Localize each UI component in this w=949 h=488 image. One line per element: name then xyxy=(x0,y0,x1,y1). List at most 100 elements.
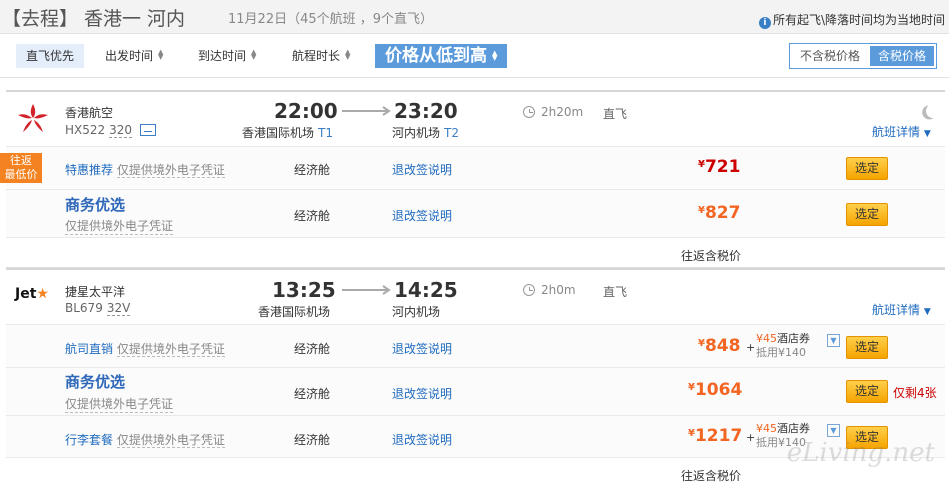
voucher-currency: ¥ xyxy=(756,332,763,345)
fare-product: 行李套餐 仅提供境外电子凭证 xyxy=(65,431,225,448)
fare-product: 特惠推荐 仅提供境外电子凭证 xyxy=(65,161,225,178)
sort-arrows-icon: ▲ ▼ xyxy=(345,48,351,61)
plus-sign: + xyxy=(746,431,756,444)
fare-row: 商务优选 仅提供境外电子凭证 经济舱 退改签说明 ¥827 选定 xyxy=(6,190,945,238)
results-header: 【去程】 香港一 河内 11月22日（45个航班 ，9个直飞） i 所有起飞\降落时… xyxy=(0,0,949,34)
business-choice-logo: 商务优选 xyxy=(65,196,126,214)
departure-terminal: T1 xyxy=(318,126,333,140)
sort-arrival-time[interactable]: 到达时间 ▲ ▼ xyxy=(188,44,266,68)
cabin-class: 经济舱 xyxy=(294,387,331,401)
price-incl-tax-option[interactable]: 含税价格 xyxy=(869,46,934,66)
fare-description: 仅提供境外电子凭证 xyxy=(65,219,174,235)
arrival-time: 23:20 xyxy=(394,99,458,123)
sort-direct-first[interactable]: 直飞优先 xyxy=(16,44,85,68)
fare-name[interactable]: 航司直销 xyxy=(65,342,113,356)
departure-time: 13:25 xyxy=(272,278,336,302)
sort-arrows-icon: ▲ ▼ xyxy=(251,48,257,61)
fare-name[interactable]: 行李套餐 xyxy=(65,433,113,447)
flight-details-link[interactable]: 航班详情 ▼ xyxy=(872,301,931,318)
price-excl-tax-option[interactable]: 不含税价格 xyxy=(792,46,868,66)
voucher-dropdown-icon[interactable]: ▼ xyxy=(827,334,840,347)
flight-details-link[interactable]: 航班详情 ▼ xyxy=(872,123,931,140)
refund-rules-link[interactable]: 退改签说明 xyxy=(392,385,452,402)
chevron-down-icon: ▼ xyxy=(923,129,931,139)
voucher-note: 抵用¥140 xyxy=(756,346,806,359)
voucher-dropdown-icon[interactable]: ▼ xyxy=(827,424,840,437)
cabin-class: 经济舱 xyxy=(294,163,331,177)
select-button[interactable]: 选定 xyxy=(846,336,888,359)
select-button[interactable]: 选定 xyxy=(846,203,888,226)
fare-row: 往返 最低价 特惠推荐 仅提供境外电子凭证 经济舱 退改签说明 ¥721 选定 xyxy=(0,147,945,190)
fare-price: ¥1064 xyxy=(688,380,742,400)
cabin-class: 经济舱 xyxy=(294,342,331,356)
duration-text: 2h0m xyxy=(541,283,576,297)
local-time-note-text: 所有起飞\降落时间均为当地时间 xyxy=(772,13,945,27)
fare-name[interactable]: 特惠推荐 xyxy=(65,163,113,177)
fare-product: 航司直销 仅提供境外电子凭证 xyxy=(65,340,225,357)
fare-price-value: 721 xyxy=(704,157,741,177)
fare-description: 仅提供境外电子凭证 xyxy=(116,342,225,357)
currency-symbol: ¥ xyxy=(698,338,705,349)
business-choice-logo: 商务优选 xyxy=(65,373,126,391)
departure-airport: 香港国际机场 T1 xyxy=(242,124,333,141)
voucher-currency: ¥ xyxy=(756,422,763,435)
cabin-class: 经济舱 xyxy=(294,433,331,447)
arrival-airport: 河内机场 xyxy=(392,305,441,319)
sort-price-asc[interactable]: 价格从低到高 ▲ ▼ xyxy=(375,44,508,68)
flight-details-label: 航班详情 xyxy=(872,303,921,317)
fare-price-value: 1217 xyxy=(694,426,743,446)
select-button[interactable]: 选定 xyxy=(846,157,888,180)
fare-price: ¥721 xyxy=(698,157,740,177)
jetstar-logo: Jet★ xyxy=(15,286,49,302)
sort-arrows-icon: ▲ ▼ xyxy=(158,48,164,61)
currency-symbol: ¥ xyxy=(698,159,705,170)
lowest-price-tag: 往返 最低价 xyxy=(0,153,42,183)
sort-arrival-label: 到达时间 xyxy=(198,49,247,63)
plane-type[interactable]: 32V xyxy=(106,301,131,316)
clock-icon xyxy=(523,106,535,118)
sort-duration[interactable]: 航程时长 ▲ ▼ xyxy=(282,44,360,68)
hong-kong-airlines-logo xyxy=(18,104,48,132)
sort-departure-time[interactable]: 出发时间 ▲ ▼ xyxy=(95,44,173,68)
screen-icon xyxy=(139,124,156,136)
select-button[interactable]: 选定 xyxy=(846,380,888,403)
fare-description: 仅提供境外电子凭证 xyxy=(65,397,174,413)
flight-number: HX522 320 xyxy=(65,123,156,138)
airline-name: 香港航空 xyxy=(65,106,114,120)
voucher-amount: 45 xyxy=(763,422,777,435)
voucher-label: 酒店券 xyxy=(777,332,810,345)
refund-rules-link[interactable]: 退改签说明 xyxy=(392,431,452,448)
departure-time: 22:00 xyxy=(274,99,338,123)
fare-description: 仅提供境外电子凭证 xyxy=(116,163,225,178)
footer-row: 往返含税价 xyxy=(6,238,945,269)
plane-type[interactable]: 320 xyxy=(109,123,133,138)
currency-symbol: ¥ xyxy=(688,382,695,393)
arrival-airport: 河内机场 T2 xyxy=(392,124,459,141)
tax-toggle: 不含税价格 含税价格 xyxy=(788,43,937,69)
sort-departure-label: 出发时间 xyxy=(105,49,154,63)
route-arrow-icon xyxy=(342,106,391,116)
flight-number-text: BL679 xyxy=(65,301,103,315)
currency-symbol: ¥ xyxy=(698,205,705,216)
fare-price-value: 1064 xyxy=(694,380,743,400)
arrival-airport-name: 河内机场 xyxy=(392,126,441,140)
clock-icon xyxy=(523,284,535,296)
roundtrip-tax-note: 往返含税价 xyxy=(681,249,742,263)
voucher-label: 酒店券 xyxy=(777,422,810,435)
flight-summary-row: 香港航空 HX522 320 22:00 香港国际机场 T1 23:20 河内机场 T… xyxy=(6,92,945,147)
trip-direction: 【去程】 xyxy=(2,8,79,30)
flight-number-text: HX522 xyxy=(65,123,106,137)
sort-arrows-icon: ▲ ▼ xyxy=(492,49,498,62)
refund-rules-link[interactable]: 退改签说明 xyxy=(392,340,452,357)
refund-rules-link[interactable]: 退改签说明 xyxy=(392,161,452,178)
refund-rules-link[interactable]: 退改签说明 xyxy=(392,207,452,224)
flight-card: 香港航空 HX522 320 22:00 香港国际机场 T1 23:20 河内机场 T… xyxy=(0,90,945,269)
flight-duration: 2h0m xyxy=(523,283,576,297)
departure-airport: 香港国际机场 xyxy=(258,305,331,319)
flight-details-label: 航班详情 xyxy=(872,125,921,139)
fare-price: ¥1217 xyxy=(688,426,742,446)
duration-text: 2h20m xyxy=(541,105,584,119)
flight-duration: 2h20m xyxy=(523,105,583,119)
hotel-voucher: ¥45酒店券 抵用¥140 xyxy=(756,332,810,360)
fare-price-value: 848 xyxy=(704,336,741,356)
